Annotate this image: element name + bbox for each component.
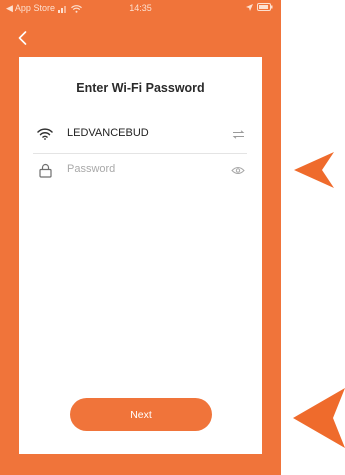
location-arrow-icon — [246, 3, 253, 11]
screenshot-stage: ◀ App Store 14:35 Enter Wi-Fi Password L… — [0, 0, 345, 475]
wifi-password-card: Enter Wi-Fi Password LEDVANCEBUD Passwor… — [19, 57, 262, 454]
next-button[interactable]: Next — [70, 398, 212, 431]
status-bar: ◀ App Store 14:35 — [0, 0, 281, 18]
eye-icon[interactable] — [230, 162, 246, 178]
page-title: Enter Wi-Fi Password — [76, 81, 205, 95]
ssid-row[interactable]: LEDVANCEBUD — [19, 117, 262, 151]
ssid-value: LEDVANCEBUD — [67, 127, 149, 139]
lock-icon — [36, 161, 54, 179]
battery-icon — [257, 3, 273, 11]
wifi-icon — [36, 125, 54, 143]
switch-network-icon[interactable] — [230, 126, 246, 142]
back-button[interactable] — [13, 27, 31, 49]
phone-screen: ◀ App Store 14:35 Enter Wi-Fi Password L… — [0, 0, 281, 475]
pointer-arrow-password — [294, 152, 334, 188]
status-time: 14:35 — [129, 3, 152, 13]
pointer-arrow-next — [293, 388, 345, 448]
status-right — [246, 3, 273, 11]
password-field[interactable]: Password — [19, 153, 262, 187]
password-placeholder[interactable]: Password — [67, 163, 115, 175]
chevron-left-icon — [18, 31, 26, 45]
